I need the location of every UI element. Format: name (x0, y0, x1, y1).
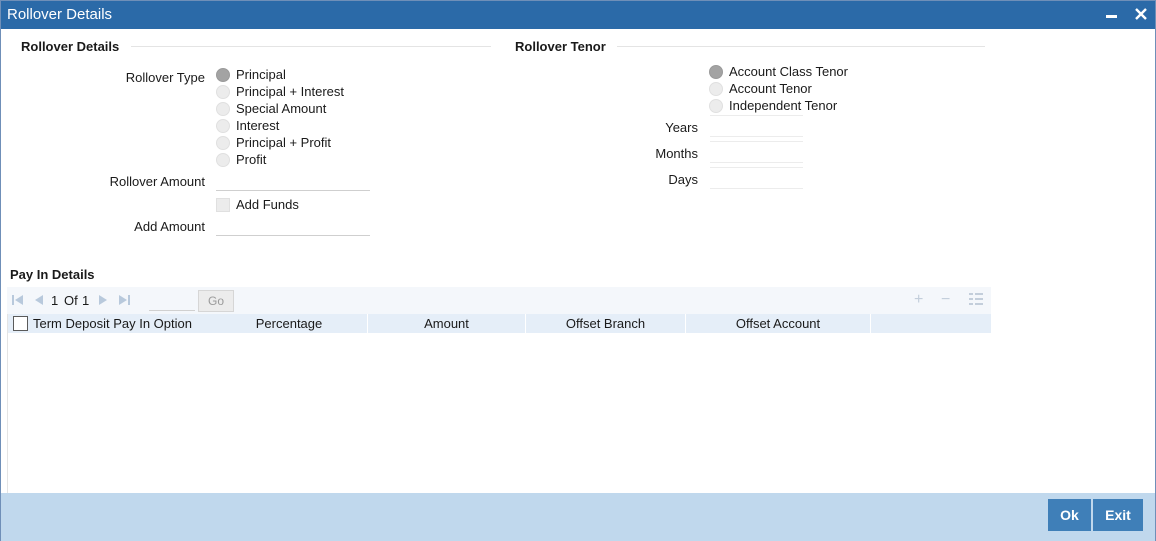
rollover-amount-input[interactable] (216, 170, 370, 191)
rollover-details-divider (131, 46, 491, 47)
grid-toolbar: 1 Of 1 Go + − (7, 287, 991, 314)
radio-button[interactable] (216, 118, 230, 133)
radio-button[interactable] (709, 98, 723, 113)
total-pages: 1 (82, 293, 90, 308)
radio-principal-profit[interactable]: Principal + Profit (216, 134, 331, 151)
radio-button[interactable] (216, 135, 230, 150)
radio-label: Special Amount (236, 101, 327, 116)
rollover-amount-label: Rollover Amount (109, 174, 205, 189)
grid-left-border (7, 314, 8, 493)
rollover-details-heading: Rollover Details (21, 39, 120, 54)
delete-row-icon[interactable]: − (941, 291, 950, 309)
select-all-checkbox[interactable] (13, 316, 28, 331)
years-label: Years (665, 120, 698, 135)
months-input[interactable] (710, 141, 803, 163)
radio-label: Principal + Interest (236, 84, 345, 99)
radio-label: Account Tenor (729, 81, 812, 96)
minimize-icon[interactable] (1102, 4, 1122, 24)
last-page-icon[interactable] (118, 294, 130, 309)
radio-button[interactable] (216, 84, 230, 99)
radio-independent-tenor[interactable]: Independent Tenor (709, 97, 837, 114)
rollover-tenor-divider (617, 46, 985, 47)
rollover-tenor-heading: Rollover Tenor (515, 39, 606, 54)
add-amount-input[interactable] (216, 215, 370, 236)
columns-menu-icon[interactable] (969, 293, 983, 311)
radio-button[interactable] (216, 101, 230, 116)
first-page-icon[interactable] (12, 294, 24, 309)
page-number-input[interactable] (149, 291, 195, 311)
radio-label: Principal + Profit (236, 135, 332, 150)
footer-bar: Ok Exit (1, 493, 1155, 541)
checkbox-box[interactable] (216, 197, 230, 212)
previous-page-icon[interactable] (33, 294, 45, 309)
grid-header: Term Deposit Pay In Option Percentage Am… (7, 314, 991, 333)
add-amount-label: Add Amount (134, 219, 205, 234)
pay-in-details-heading: Pay In Details (10, 267, 95, 282)
current-page: 1 (51, 293, 59, 308)
radio-principal[interactable]: Principal (216, 66, 286, 83)
radio-button[interactable] (216, 67, 230, 82)
exit-button[interactable]: Exit (1093, 499, 1143, 531)
window-title: Rollover Details (7, 6, 113, 23)
add-row-icon[interactable]: + (914, 291, 923, 309)
radio-button[interactable] (709, 81, 723, 96)
add-funds-checkbox[interactable]: Add Funds (216, 196, 299, 213)
radio-button[interactable] (216, 152, 230, 167)
rollover-details-window: Rollover Details Rollover Details Rollov… (0, 0, 1156, 541)
grid-body (7, 333, 991, 493)
ok-button[interactable]: Ok (1048, 499, 1091, 531)
rollover-type-label: Rollover Type (125, 70, 205, 85)
radio-label: Interest (236, 118, 280, 133)
months-label: Months (655, 146, 698, 161)
radio-label: Principal (236, 67, 286, 82)
radio-label: Profit (236, 152, 267, 167)
column-header-amount[interactable]: Amount (368, 314, 526, 333)
close-icon[interactable] (1131, 4, 1151, 24)
radio-special-amount[interactable]: Special Amount (216, 100, 326, 117)
radio-principal-interest[interactable]: Principal + Interest (216, 83, 344, 100)
radio-label: Independent Tenor (729, 98, 838, 113)
radio-account-tenor[interactable]: Account Tenor (709, 80, 812, 97)
page-of-label: Of (64, 293, 78, 308)
column-header-percentage[interactable]: Percentage (211, 314, 368, 333)
column-header-offset-branch[interactable]: Offset Branch (526, 314, 686, 333)
years-input[interactable] (710, 115, 803, 137)
next-page-icon[interactable] (97, 294, 109, 309)
column-header-offset-account[interactable]: Offset Account (686, 314, 871, 333)
days-label: Days (668, 172, 698, 187)
radio-button[interactable] (709, 64, 723, 79)
radio-label: Account Class Tenor (729, 64, 848, 79)
radio-account-class-tenor[interactable]: Account Class Tenor (709, 63, 848, 80)
days-input[interactable] (710, 167, 803, 189)
title-bar: Rollover Details (1, 1, 1155, 29)
column-header-pay-in-option[interactable]: Term Deposit Pay In Option (33, 314, 211, 333)
add-funds-label: Add Funds (236, 197, 299, 212)
go-button[interactable]: Go (198, 290, 234, 312)
radio-interest[interactable]: Interest (216, 117, 279, 134)
radio-profit[interactable]: Profit (216, 151, 266, 168)
